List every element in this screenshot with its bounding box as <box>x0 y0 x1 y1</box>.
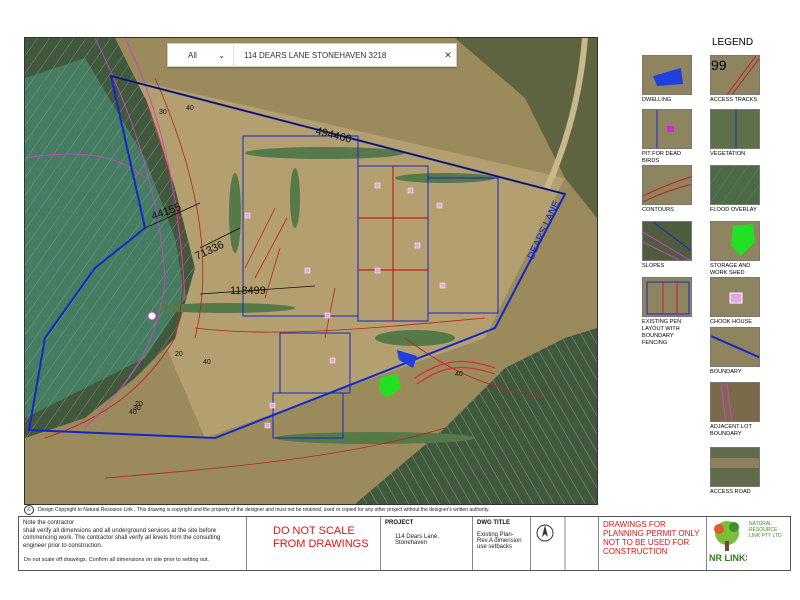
project-name: 114 Dears Lane, Stonehaven <box>395 534 439 546</box>
copyright-notice: © Design Copyright to Natural Resource L… <box>24 505 596 515</box>
search-category-select[interactable]: All ⌄ <box>168 44 234 66</box>
chook-house-swatch <box>710 277 760 317</box>
contours-swatch <box>642 165 692 205</box>
legend-item-boundary: BOUNDARY <box>710 327 760 376</box>
legend-item-dwelling: DWELLING <box>642 55 692 104</box>
lot-label-118499: 118499 <box>230 285 266 297</box>
access-road-swatch <box>710 447 760 487</box>
company-cell: NR LINKS NATURAL RESOURCE LINK PTY LTD <box>707 517 790 570</box>
pens-swatch <box>642 277 692 317</box>
map-canvas: 494460 44155 71336 118499 DEARS LANE 30 … <box>25 38 597 504</box>
svg-text:20: 20 <box>175 351 183 358</box>
legend-item-access-tracks: 99 ACCESS TRACKS <box>710 55 760 104</box>
search-input[interactable]: 114 DEARS LANE STONEHAVEN 3218 <box>234 51 440 60</box>
access-tracks-swatch: 99 <box>710 55 760 95</box>
address-search-bar[interactable]: All ⌄ 114 DEARS LANE STONEHAVEN 3218 ✕ <box>167 43 457 67</box>
legend-item-adjacent: ADJACENT LOT BOUNDARY <box>710 382 760 438</box>
dwelling-swatch <box>642 55 692 95</box>
legend-title: LEGEND <box>712 37 754 48</box>
close-icon[interactable]: ✕ <box>440 50 456 61</box>
company-name: NATURAL RESOURCE LINK PTY LTD <box>749 521 782 539</box>
site-plan-page: 494460 44155 71336 118499 DEARS LANE 30 … <box>0 0 800 600</box>
legend: LEGEND DWELLING 99 ACCESS TRACKS PIT FOR… <box>640 37 775 507</box>
legend-item-flood: FLOOD OVERLAY <box>710 165 760 214</box>
svg-text:40: 40 <box>129 409 137 416</box>
drawing-title: Existing Plan-Rev.A dimension use setbac… <box>477 532 522 550</box>
svg-text:40: 40 <box>186 105 194 112</box>
chevron-down-icon: ⌄ <box>218 50 225 60</box>
flood-swatch <box>710 165 760 205</box>
legend-item-contours: CONTOURS <box>642 165 692 214</box>
pit-swatch <box>642 109 692 149</box>
legend-item-pens: EXISTING PEN LAYOUT WITH BOUNDARY FENCIN… <box>642 277 692 347</box>
slopes-swatch <box>642 221 692 261</box>
svg-text:99: 99 <box>711 57 727 73</box>
legend-item-vegetation: VEGETATION <box>710 109 760 158</box>
legend-item-pit: PIT FOR DEAD BIRDS <box>642 109 692 165</box>
search-category-label: All <box>188 50 197 60</box>
copyright-icon: © <box>24 505 34 515</box>
aerial-site-map[interactable]: 494460 44155 71336 118499 DEARS LANE 30 … <box>24 37 598 505</box>
scale-note: Do not scale off drawings. Confirm all d… <box>24 557 210 563</box>
legend-item-slopes: SLOPES <box>642 221 692 270</box>
project-cell: PROJECT 114 Dears Lane, Stonehaven <box>381 517 473 570</box>
adjacent-swatch <box>710 382 760 422</box>
vegetation-swatch <box>710 109 760 149</box>
drawing-title-cell: DWG TITLE Existing Plan-Rev.A dimension … <box>473 517 531 570</box>
shed-swatch <box>710 221 760 261</box>
boundary-swatch <box>710 327 760 367</box>
permit-warning: DRAWINGS FOR PLANNING PERMIT ONLY NOT TO… <box>599 517 707 570</box>
company-logo-icon: NR LINKS <box>709 521 752 563</box>
svg-text:30: 30 <box>159 109 167 116</box>
svg-text:40: 40 <box>455 371 463 378</box>
legend-item-access-road: ACCESS ROAD <box>710 447 760 496</box>
do-not-scale-warning: DO NOT SCALE FROM DRAWINGS <box>247 517 381 570</box>
legend-item-chook-house: CHOOK HOUSE <box>710 277 760 326</box>
svg-text:NR LINKS: NR LINKS <box>709 553 747 563</box>
north-arrow-icon <box>536 517 566 570</box>
legend-item-shed: STORAGE AND WORK SHED <box>710 221 760 277</box>
north-arrow-cell <box>531 517 599 570</box>
svg-text:40: 40 <box>203 359 211 366</box>
